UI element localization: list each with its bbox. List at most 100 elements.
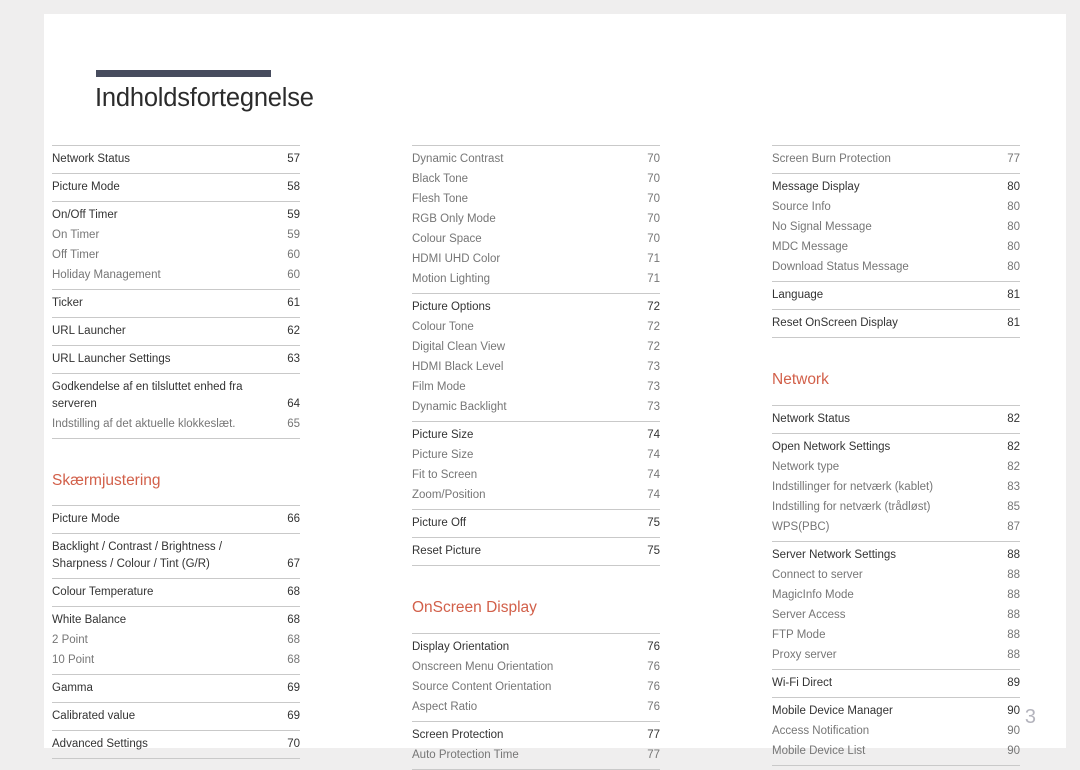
document-page: Indholdsfortegnelse Network Status 57 Pict… [44,14,1066,770]
toc-entry[interactable]: Fit to Screen 74 [412,465,660,485]
toc-entry[interactable]: RGB Only Mode 70 [412,209,660,229]
toc-entry[interactable]: Network Status 82 [772,409,1020,429]
toc-entry[interactable]: Godkendelse af en tilsluttet enhed fra s… [52,377,300,414]
toc-entry[interactable]: Proxy server 88 [772,645,1020,665]
toc-entry[interactable]: Zoom/Position 74 [412,485,660,505]
toc-entry[interactable]: Connect to server 88 [772,565,1020,585]
toc-entry[interactable]: Indstilling for netværk (trådløst) 85 [772,497,1020,517]
toc-entry[interactable]: Backlight / Contrast / Brightness / Shar… [52,537,300,574]
toc-entry[interactable]: WPS(PBC) 87 [772,517,1020,537]
toc-entry[interactable]: FTP Mode 88 [772,625,1020,645]
toc-entry-label: Zoom/Position [412,489,486,501]
toc-entry[interactable]: Advanced Settings 70 [52,734,300,754]
toc-entry[interactable]: 2 Point 68 [52,630,300,650]
toc-entry[interactable]: 10 Point 68 [52,650,300,670]
toc-entry-label: 10 Point [52,653,95,666]
toc-entry[interactable]: Screen Protection 77 [412,725,660,745]
toc-entry[interactable]: Ticker 61 [52,293,300,313]
toc-entry-label: Digital Clean View [412,341,506,353]
toc-entry[interactable]: Picture Size 74 [412,445,660,465]
toc-entry[interactable]: Network type 82 [772,457,1020,477]
toc-entry[interactable]: MDC Message 80 [772,237,1020,257]
toc-entry-label: URL Launcher Settings [52,353,171,365]
toc-entry-label: No Signal Message [772,221,872,233]
toc-entry[interactable]: HDMI UHD Color 71 [412,249,660,269]
toc-entry[interactable]: Reset Picture 75 [412,541,660,561]
toc-entry-page-number: 81 [1007,317,1020,329]
toc-entry[interactable]: Message Display 80 [772,177,1020,197]
toc-entry[interactable]: Colour Tone 72 [412,317,660,337]
page-title: Indholdsfortegnelse [95,84,314,112]
toc-entry[interactable]: Source Info 80 [772,197,1020,217]
toc-entry-page-number: 59 [287,209,300,221]
toc-entry[interactable]: Server Network Settings 88 [772,545,1020,565]
toc-entry[interactable]: Black Tone 70 [412,169,660,189]
toc-entry[interactable]: Off Timer 60 [52,245,300,265]
toc-entry-label: Ticker [52,297,83,309]
toc-entry[interactable]: Dynamic Backlight 73 [412,397,660,417]
toc-entry[interactable]: Screen Burn Protection 77 [772,149,1020,169]
toc-entry[interactable]: Mobile Device List 90 [772,741,1020,761]
toc-entry-label: Language [772,289,824,301]
toc-entry[interactable]: URL Launcher Settings 63 [52,349,300,369]
toc-entry[interactable]: Motion Lighting 71 [412,269,660,289]
toc-entry-label: Reset Picture [412,545,482,557]
toc-entry[interactable]: Flesh Tone 70 [412,189,660,209]
toc-entry-page-number: 63 [287,353,300,365]
toc-entry-page-number: 73 [647,361,660,373]
toc-entry[interactable]: Network Status 57 [52,149,300,169]
toc-entry[interactable]: Wi-Fi Direct 89 [772,673,1020,693]
toc-entry[interactable]: Auto Protection Time 77 [412,745,660,765]
toc-entry-label: Reset OnScreen Display [772,317,898,329]
toc-entry[interactable]: White Balance 68 [52,610,300,630]
toc-entry-page-number: 90 [1007,724,1020,737]
toc-entry-page-number: 88 [1007,568,1020,581]
toc-entry[interactable]: On Timer 59 [52,225,300,245]
toc-entry-page-number: 90 [1007,744,1020,757]
toc-entry[interactable]: Download Status Message 80 [772,257,1020,277]
toc-entry[interactable]: Source Content Orientation 76 [412,677,660,697]
toc-group: Screen Protection 77 Auto Protection Time 7… [412,720,660,770]
toc-entry[interactable]: URL Launcher 62 [52,321,300,341]
toc-entry-page-number: 70 [647,153,660,165]
toc-entry[interactable]: Calibrated value 69 [52,706,300,726]
toc-entry[interactable]: MagicInfo Mode 88 [772,585,1020,605]
toc-entry[interactable]: Picture Off 75 [412,513,660,533]
toc-entry[interactable]: Display Orientation 76 [412,637,660,657]
toc-entry[interactable]: Picture Options 72 [412,297,660,317]
toc-entry[interactable]: No Signal Message 80 [772,217,1020,237]
toc-entry[interactable]: Colour Temperature 68 [52,582,300,602]
toc-entry[interactable]: Server Access 88 [772,605,1020,625]
toc-entry[interactable]: Gamma 69 [52,678,300,698]
toc-entry-label: Backlight / Contrast / Brightness / Shar… [52,541,223,570]
toc-entry[interactable]: On/Off Timer 59 [52,205,300,225]
toc-entry[interactable]: Access Notification 90 [772,721,1020,741]
toc-entry[interactable]: Indstilling af det aktuelle klokkeslæt. 6… [52,414,300,434]
toc-entry[interactable]: Film Mode 73 [412,377,660,397]
toc-entry[interactable]: Language 81 [772,285,1020,305]
toc-entry[interactable]: Picture Mode 58 [52,177,300,197]
toc-entry[interactable]: Open Network Settings 82 [772,437,1020,457]
toc-entry[interactable]: Holiday Management 60 [52,265,300,285]
toc-entry[interactable]: Digital Clean View 72 [412,337,660,357]
toc-entry[interactable]: Picture Mode 66 [52,509,300,529]
toc-entry-label: Picture Mode [52,513,120,525]
toc-entry[interactable]: Aspect Ratio 76 [412,697,660,717]
toc-entry[interactable]: Reset OnScreen Display 81 [772,313,1020,333]
toc-entry-label: Message Display [772,181,860,193]
toc-entry[interactable]: Colour Space 70 [412,229,660,249]
toc-group: Calibrated value 69 [52,701,300,730]
toc-entry[interactable]: Picture Size 74 [412,425,660,445]
toc-entry-page-number: 62 [287,325,300,337]
toc-entry-page-number: 71 [647,273,660,285]
toc-entry-label: Wi-Fi Direct [772,676,833,689]
toc-entry[interactable]: Dynamic Contrast 70 [412,149,660,169]
toc-entry[interactable]: HDMI Black Level 73 [412,357,660,377]
toc-entry-label: Black Tone [412,173,469,185]
toc-entry[interactable]: Indstillinger for netværk (kablet) 83 [772,477,1020,497]
toc-entry[interactable]: Onscreen Menu Orientation 76 [412,657,660,677]
toc-entry-page-number: 83 [1007,480,1020,493]
toc-entry[interactable]: Mobile Device Manager 90 [772,701,1020,721]
toc-entry-page-number: 76 [647,660,660,673]
toc-entry-page-number: 75 [647,545,660,557]
